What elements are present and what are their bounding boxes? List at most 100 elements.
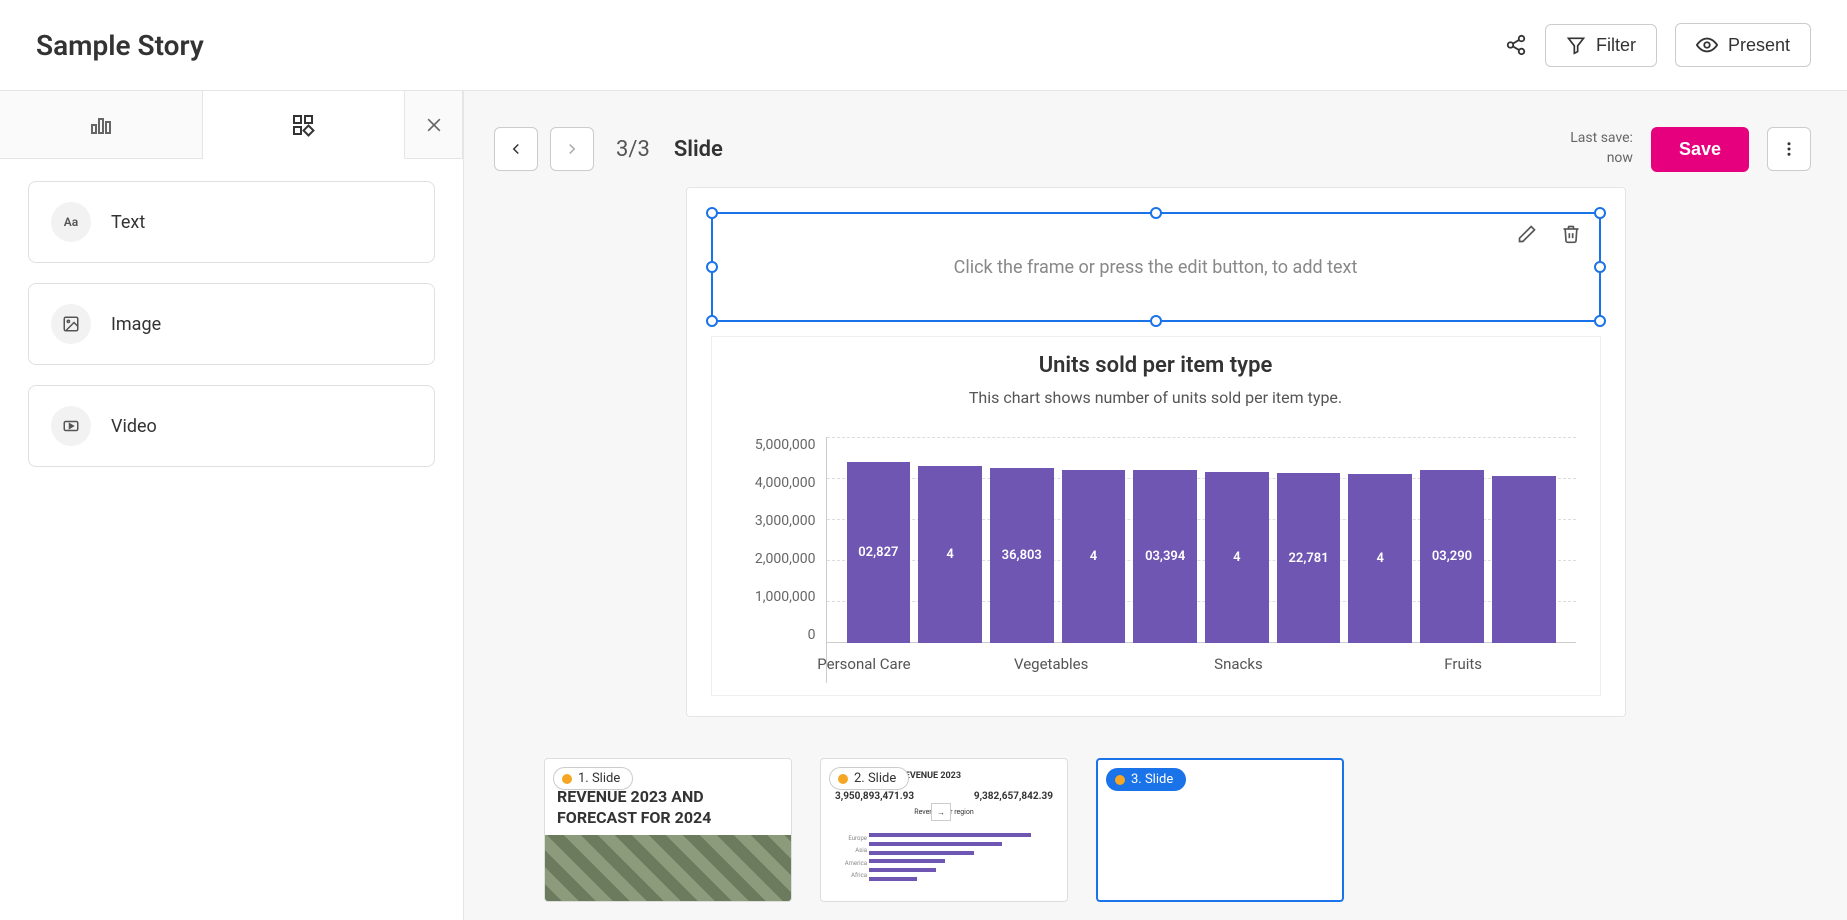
- chart-bar: 03,394: [1133, 470, 1197, 643]
- slide-canvas[interactable]: Click the frame or press the edit button…: [686, 187, 1626, 717]
- chart-bar: 22,781: [1277, 473, 1341, 643]
- next-slide-button[interactable]: [550, 127, 594, 171]
- pencil-icon: [1517, 224, 1537, 244]
- widgets-icon: [291, 113, 315, 137]
- y-tick: 0: [808, 627, 816, 643]
- y-tick: 5,000,000: [755, 437, 816, 453]
- thumbnail-3[interactable]: 3. Slide: [1096, 758, 1344, 902]
- resize-handle[interactable]: [1594, 315, 1606, 327]
- close-icon: [424, 115, 444, 135]
- chart-bar: 4: [1205, 472, 1269, 643]
- chart-bar: 02,827: [847, 462, 911, 643]
- chevron-right-icon: [563, 140, 581, 158]
- resize-handle[interactable]: [706, 315, 718, 327]
- thumbnail-badge: 3. Slide: [1106, 768, 1186, 791]
- chart-bars-area: 02,827436,803403,394422,781403,290 Perso…: [826, 437, 1576, 683]
- chart-bar: 4: [918, 466, 982, 643]
- save-status: Last save: now: [1570, 129, 1633, 168]
- toolbar-right: Last save: now Save: [1570, 127, 1811, 172]
- widget-image-label: Image: [111, 314, 161, 335]
- eye-icon: [1696, 34, 1718, 56]
- x-label: Snacks: [1214, 655, 1263, 673]
- tab-charts[interactable]: [0, 91, 203, 158]
- frame-actions: [1517, 224, 1581, 248]
- x-label: Personal Care: [817, 655, 910, 673]
- resize-handle[interactable]: [1594, 261, 1606, 273]
- thumbnail-2[interactable]: 2. Slide REVENUE 2023 3,950,893,471.93 9…: [820, 758, 1068, 902]
- resize-handle[interactable]: [1150, 207, 1162, 219]
- video-icon: [51, 406, 91, 446]
- present-button[interactable]: Present: [1675, 23, 1811, 67]
- share-button[interactable]: [1505, 34, 1527, 56]
- page-title: Sample Story: [36, 29, 204, 62]
- more-actions-button[interactable]: [1767, 127, 1811, 171]
- status-dot-icon: [562, 774, 572, 784]
- close-sidebar-button[interactable]: [405, 91, 463, 158]
- sidebar-tabs: [0, 91, 463, 159]
- status-dot-icon: [838, 774, 848, 784]
- sidebar-content: Aa Text Image Video: [0, 159, 463, 489]
- thumbnail-strip: 1. Slide REVENUE 2023 AND FORECAST FOR 2…: [464, 740, 1847, 920]
- chart-bar: [1492, 476, 1556, 643]
- y-tick: 1,000,000: [755, 589, 816, 605]
- text-frame-placeholder: Click the frame or press the edit button…: [954, 257, 1358, 278]
- tab-widgets[interactable]: [203, 91, 406, 159]
- top-bar: Sample Story Filter Present: [0, 0, 1847, 91]
- widget-video[interactable]: Video: [28, 385, 435, 467]
- edit-frame-button[interactable]: [1517, 224, 1537, 248]
- text-frame-selected[interactable]: Click the frame or press the edit button…: [711, 212, 1601, 322]
- last-save-label: Last save:: [1570, 129, 1633, 149]
- last-save-value: now: [1570, 149, 1633, 169]
- y-tick: 3,000,000: [755, 513, 816, 529]
- kebab-icon: [1780, 140, 1798, 158]
- present-label: Present: [1728, 35, 1790, 56]
- widget-text-label: Text: [111, 212, 145, 233]
- resize-handle[interactable]: [1594, 207, 1606, 219]
- filter-button[interactable]: Filter: [1545, 24, 1657, 67]
- thumbnail-badge: 2. Slide: [829, 767, 909, 790]
- slide-wrapper: Click the frame or press the edit button…: [464, 183, 1847, 740]
- delete-frame-button[interactable]: [1561, 224, 1581, 248]
- y-tick: 4,000,000: [755, 475, 816, 491]
- widget-video-label: Video: [111, 416, 157, 437]
- chart-title: Units sold per item type: [1039, 353, 1273, 378]
- x-label: Vegetables: [1014, 655, 1088, 673]
- money-image-placeholder: [545, 835, 791, 901]
- chart-bars: 02,827436,803403,394422,781403,290: [827, 437, 1576, 643]
- y-tick: 2,000,000: [755, 551, 816, 567]
- prev-slide-button[interactable]: [494, 127, 538, 171]
- slide-nav: 3/3 Slide: [494, 127, 723, 171]
- chart-subtitle: This chart shows number of units sold pe…: [969, 388, 1342, 407]
- canvas-toolbar: 3/3 Slide Last save: now Save: [464, 115, 1847, 183]
- status-dot-icon: [1115, 775, 1125, 785]
- widget-image[interactable]: Image: [28, 283, 435, 365]
- sidebar: Aa Text Image Video: [0, 91, 464, 920]
- top-actions: Filter Present: [1505, 23, 1811, 67]
- resize-handle[interactable]: [1150, 315, 1162, 327]
- canvas-area: 3/3 Slide Last save: now Save Click the …: [464, 91, 1847, 920]
- resize-handle[interactable]: [706, 207, 718, 219]
- image-icon: [51, 304, 91, 344]
- thumbnail-1[interactable]: 1. Slide REVENUE 2023 AND FORECAST FOR 2…: [544, 758, 792, 902]
- x-label: Fruits: [1444, 655, 1482, 673]
- resize-handle[interactable]: [706, 261, 718, 273]
- save-button[interactable]: Save: [1651, 127, 1749, 172]
- slide-position: 3/3: [616, 137, 650, 162]
- filter-label: Filter: [1596, 35, 1636, 56]
- thumbnail-badge: 1. Slide: [553, 767, 633, 790]
- chart-frame[interactable]: Units sold per item type This chart show…: [711, 336, 1601, 696]
- chart-bar: 4: [1062, 470, 1126, 643]
- slide-name[interactable]: Slide: [674, 137, 723, 162]
- share-icon: [1505, 34, 1527, 56]
- chevron-left-icon: [507, 140, 525, 158]
- chart-bar: 4: [1348, 474, 1412, 643]
- chart-bar: 03,290: [1420, 470, 1484, 643]
- chart-bar: 36,803: [990, 468, 1054, 643]
- chart-plot: 5,000,000 4,000,000 3,000,000 2,000,000 1,00…: [736, 437, 1576, 683]
- chart-icon: [89, 113, 113, 137]
- text-icon: Aa: [51, 202, 91, 242]
- chart-y-axis: 5,000,000 4,000,000 3,000,000 2,000,000 1,00…: [736, 437, 826, 683]
- widget-text[interactable]: Aa Text: [28, 181, 435, 263]
- arrow-right-icon: →: [931, 803, 951, 821]
- filter-icon: [1566, 35, 1586, 55]
